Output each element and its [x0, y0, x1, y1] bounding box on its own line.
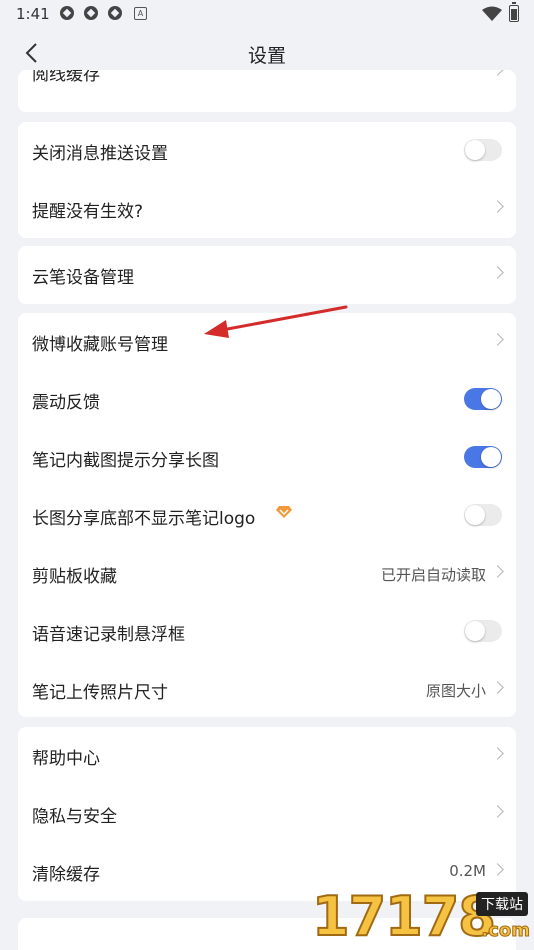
chevron-right-icon — [491, 565, 504, 578]
app-icon — [60, 6, 74, 20]
chevron-right-icon — [491, 70, 504, 76]
row-label: 震动反馈 — [32, 393, 100, 413]
settings-card-features: 微博收藏账号管理 震动反馈 笔记内截图提示分享长图 长图分享底部不显示笔记log… — [18, 313, 516, 717]
vibration-toggle[interactable] — [464, 388, 502, 410]
settings-row-weibo-account[interactable]: 微博收藏账号管理 — [18, 313, 516, 371]
toggle-knob — [481, 389, 501, 409]
voice-float-toggle[interactable] — [464, 620, 502, 642]
chevron-right-icon — [491, 863, 504, 876]
chevron-right-icon — [491, 747, 504, 760]
settings-row-vibration[interactable]: 震动反馈 — [18, 371, 516, 429]
vip-diamond-icon — [276, 506, 292, 518]
watermark-number: 17178 — [311, 884, 497, 949]
toggle-knob — [481, 447, 501, 467]
row-label: 笔记内截图提示分享长图 — [32, 451, 219, 471]
row-value: 0.2M — [449, 862, 486, 880]
toggle-knob — [465, 505, 485, 525]
settings-row-screenshot-share[interactable]: 笔记内截图提示分享长图 — [18, 429, 516, 487]
site-watermark: 17178 下载站 .com — [310, 884, 534, 950]
settings-row-pen-device[interactable]: 云笔设备管理 — [18, 246, 516, 304]
row-label: 隐私与安全 — [32, 807, 117, 827]
chevron-right-icon — [491, 266, 504, 279]
settings-card-partial: 阅线缓存 — [18, 70, 516, 112]
row-label: 阅线缓存 — [32, 70, 100, 85]
settings-row-hide-logo[interactable]: 长图分享底部不显示笔记logo — [18, 487, 516, 545]
settings-row-clipboard[interactable]: 剪贴板收藏 已开启自动读取 — [18, 545, 516, 603]
settings-row-disable-push[interactable]: 关闭消息推送设置 — [18, 122, 516, 180]
hide-logo-toggle[interactable] — [464, 504, 502, 526]
settings-row-privacy[interactable]: 隐私与安全 — [18, 785, 516, 843]
toggle-knob — [465, 621, 485, 641]
settings-card-push: 关闭消息推送设置 提醒没有生效? — [18, 122, 516, 238]
row-value: 已开启自动读取 — [380, 566, 486, 584]
a-icon: A — [134, 7, 147, 20]
row-label: 笔记上传照片尺寸 — [32, 683, 168, 703]
app-icon — [84, 6, 98, 20]
row-value: 原图大小 — [425, 682, 486, 700]
chevron-right-icon — [491, 681, 504, 694]
status-time: 1:41 — [16, 5, 50, 23]
settings-row-partial[interactable]: 阅线缓存 — [18, 70, 516, 101]
row-label: 云笔设备管理 — [32, 268, 134, 288]
battery-icon — [509, 2, 519, 22]
wifi-icon — [482, 6, 502, 21]
watermark-suffix: .com — [481, 920, 531, 942]
toggle-knob — [465, 140, 485, 160]
watermark-tag: 下载站 — [476, 892, 528, 916]
row-label: 关闭消息推送设置 — [32, 144, 168, 164]
status-bar: 1:41 A — [0, 0, 534, 28]
disable-push-toggle[interactable] — [464, 139, 502, 161]
settings-row-help-center[interactable]: 帮助中心 — [18, 727, 516, 785]
chevron-right-icon — [491, 333, 504, 346]
settings-card-device: 云笔设备管理 — [18, 246, 516, 304]
row-label: 微博收藏账号管理 — [32, 335, 168, 355]
settings-card-help: 帮助中心 隐私与安全 清除缓存 0.2M — [18, 727, 516, 901]
app-icon — [108, 6, 122, 20]
chevron-right-icon — [491, 200, 504, 213]
row-label: 长图分享底部不显示笔记logo — [32, 509, 256, 529]
settings-row-voice-float[interactable]: 语音速记录制悬浮框 — [18, 603, 516, 661]
row-label: 帮助中心 — [32, 749, 100, 769]
row-label: 提醒没有生效? — [32, 202, 144, 222]
row-label: 剪贴板收藏 — [32, 567, 117, 587]
screenshot-share-toggle[interactable] — [464, 446, 502, 468]
row-label: 语音速记录制悬浮框 — [32, 625, 185, 645]
settings-row-reminder-help[interactable]: 提醒没有生效? — [18, 180, 516, 238]
page-title: 设置 — [247, 45, 286, 67]
settings-row-photo-size[interactable]: 笔记上传照片尺寸 原图大小 — [18, 661, 516, 717]
chevron-right-icon — [491, 805, 504, 818]
row-label: 清除缓存 — [32, 865, 100, 885]
